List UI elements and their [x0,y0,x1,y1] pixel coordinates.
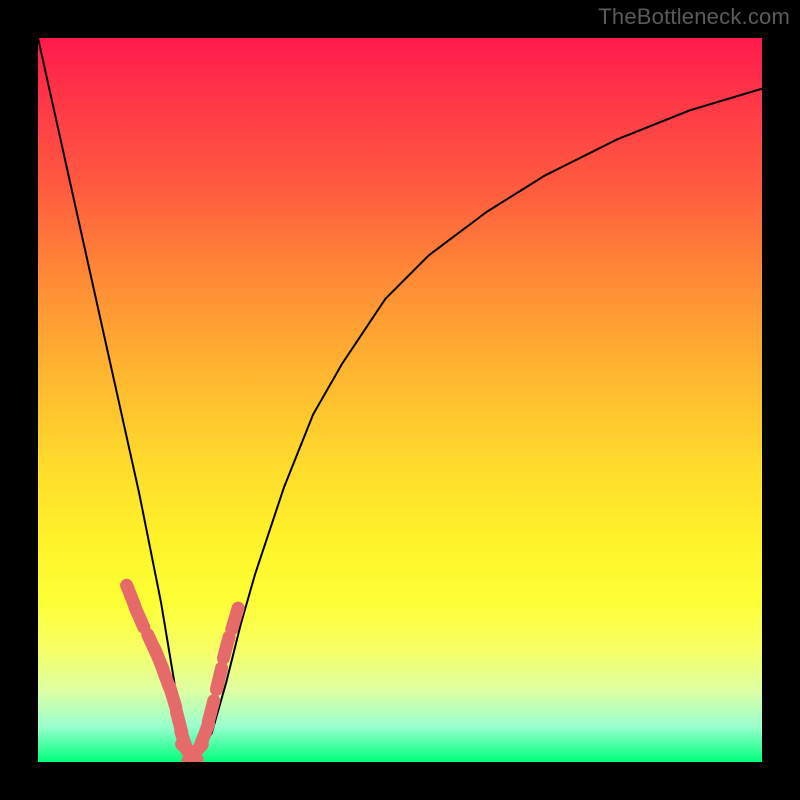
highlight-marker [162,666,170,687]
highlight-marker [148,635,157,655]
chart-overlay [38,38,762,762]
highlight-marker [135,607,144,627]
plot-area [38,38,762,762]
bottleneck-curve [38,38,762,755]
highlight-marker [201,724,209,745]
highlight-marker [182,744,198,760]
highlight-marker [155,649,163,669]
highlight-marker [181,731,188,752]
watermark-label: TheBottleneck.com [598,4,790,30]
highlight-marker [176,712,181,733]
highlight-marker [208,701,214,722]
chart-frame: TheBottleneck.com [0,0,800,800]
highlight-marker [188,744,202,761]
highlight-marker [223,637,229,658]
highlight-marker [232,608,238,629]
curve-path [38,38,762,755]
highlight-markers [127,585,239,761]
highlight-marker [216,668,221,689]
highlight-marker [169,686,175,707]
highlight-marker [127,585,135,605]
